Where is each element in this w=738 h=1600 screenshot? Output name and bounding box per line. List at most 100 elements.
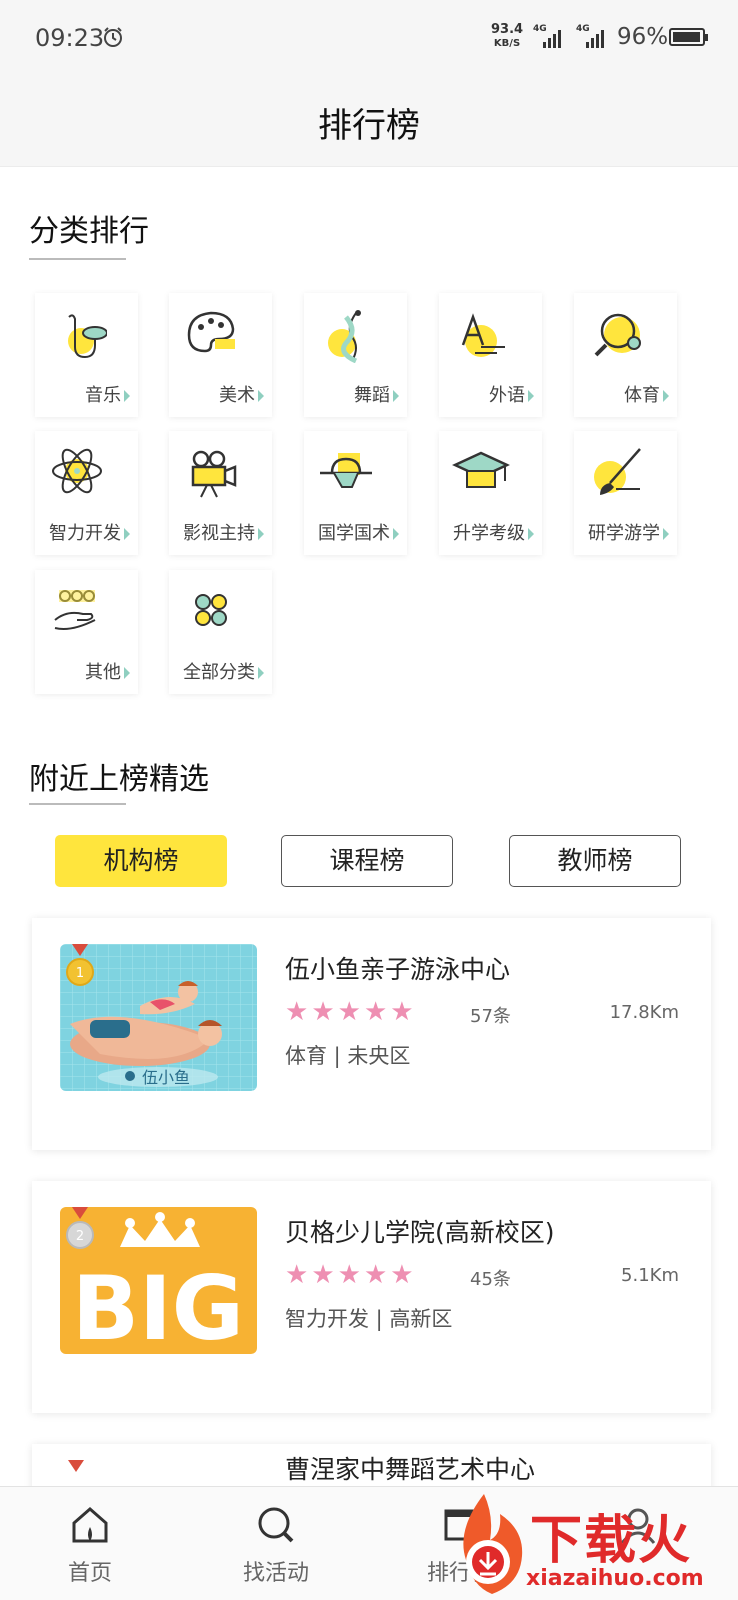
- category-label-text: 升学考级: [453, 523, 525, 544]
- search-icon: [258, 1507, 294, 1543]
- scholar-hat-icon: [320, 453, 372, 488]
- category-label-text: 智力开发: [49, 523, 121, 544]
- review-count: 45条: [470, 1269, 511, 1290]
- category-label: 全部分类: [183, 658, 264, 684]
- rating-stars: ★ ★ ★ ★ ★: [285, 1261, 414, 1289]
- svg-text:伍小鱼: 伍小鱼: [142, 1068, 190, 1087]
- section-underline: [29, 803, 126, 805]
- chevron-right-icon: [258, 528, 264, 540]
- category-label: 音乐: [85, 381, 130, 407]
- category-item[interactable]: 音乐: [35, 293, 138, 417]
- network-speed: 93.4 KB/S: [491, 23, 523, 51]
- category-ranking-title: 分类排行: [29, 214, 149, 249]
- medal-ribbon-icon: [68, 1460, 84, 1472]
- category-label-text: 外语: [489, 385, 525, 406]
- distance: 5.1Km: [621, 1265, 679, 1286]
- institution-thumbnail: 伍小鱼 1: [60, 944, 257, 1091]
- category-item[interactable]: 智力开发: [35, 431, 138, 555]
- saxophone-icon: [68, 314, 107, 359]
- category-label: 国学国术: [318, 519, 399, 545]
- star-icon: ★: [311, 997, 335, 1027]
- star-icon: ★: [390, 997, 414, 1027]
- nav-home[interactable]: 首页: [30, 1487, 150, 1600]
- watermark-url: xiazaihuo.com: [526, 1566, 704, 1591]
- star-icon: ★: [285, 1260, 309, 1290]
- watermark-text: 下载火: [530, 1511, 693, 1571]
- chevron-right-icon: [393, 528, 399, 540]
- flame-logo-icon: [463, 1494, 523, 1594]
- category-item[interactable]: 舞蹈: [304, 293, 407, 417]
- category-item[interactable]: 研学游学: [574, 431, 677, 555]
- tab-teacher-ranking[interactable]: 教师榜: [509, 835, 681, 887]
- atom-icon: [52, 448, 102, 494]
- chevron-right-icon: [528, 390, 534, 402]
- nav-label: 首页: [67, 1561, 112, 1586]
- category-item[interactable]: 升学考级: [439, 431, 542, 555]
- tab-institution-ranking[interactable]: 机构榜: [55, 835, 227, 887]
- nearby-ranking-title: 附近上榜精选: [29, 762, 209, 797]
- star-icon: ★: [311, 1260, 335, 1290]
- section-underline: [29, 258, 126, 260]
- svg-text:2: 2: [76, 1229, 84, 1244]
- category-label: 研学游学: [588, 519, 669, 545]
- battery-icon: [669, 28, 708, 46]
- hand-dots-icon: [54, 590, 96, 630]
- star-icon: ★: [285, 997, 309, 1027]
- nav-label: 找活动: [242, 1561, 309, 1586]
- institution-name: 伍小鱼亲子游泳中心: [285, 955, 511, 984]
- category-item[interactable]: 美术: [169, 293, 272, 417]
- category-item[interactable]: 外语: [439, 293, 542, 417]
- category-label-text: 研学游学: [588, 523, 660, 544]
- category-label: 智力开发: [49, 519, 130, 545]
- category-label-text: 舞蹈: [354, 385, 390, 406]
- svg-text:BIG: BIG: [72, 1257, 244, 1354]
- top-bar: 09:23 93.4 KB/S 4G 4G 96% 排行榜: [0, 0, 738, 167]
- category-label-text: 全部分类: [183, 662, 255, 683]
- category-label: 升学考级: [453, 519, 534, 545]
- star-icon: ★: [390, 1260, 414, 1290]
- signal-icon: 4G: [533, 24, 561, 48]
- category-item[interactable]: 全部分类: [169, 570, 272, 694]
- category-label-text: 国学国术: [318, 523, 390, 544]
- status-bar: 09:23 93.4 KB/S 4G 4G 96%: [0, 0, 738, 78]
- category-label: 体育: [624, 381, 669, 407]
- star-icon: ★: [363, 997, 388, 1027]
- clock-time: 09:23: [35, 24, 105, 52]
- alarm-icon: [104, 27, 122, 47]
- graduation-cap-icon: [452, 451, 510, 488]
- category-label: 美术: [219, 381, 264, 407]
- ping-pong-icon: [594, 313, 641, 357]
- category-label: 影视主持: [183, 519, 264, 545]
- category-item[interactable]: 国学国术: [304, 431, 407, 555]
- home-icon: [72, 1507, 108, 1543]
- review-count: 57条: [470, 1006, 511, 1027]
- category-item[interactable]: 体育: [574, 293, 677, 417]
- tab-course-ranking[interactable]: 课程榜: [281, 835, 453, 887]
- ranking-card[interactable]: 伍小鱼 1 伍小鱼亲子游泳中心 ★ ★ ★ ★ ★ 57条 17.8Km 体育 | 未央…: [32, 918, 711, 1150]
- institution-thumbnail: BIG 2: [60, 1207, 257, 1354]
- chevron-right-icon: [124, 528, 130, 540]
- category-label-text: 美术: [219, 385, 255, 406]
- category-label-text: 其他: [85, 662, 121, 683]
- category-label: 其他: [85, 658, 130, 684]
- chevron-right-icon: [393, 390, 399, 402]
- signal-icon: 4G: [576, 24, 604, 48]
- chevron-right-icon: [258, 667, 264, 679]
- category-label-text: 影视主持: [183, 523, 255, 544]
- ranking-card[interactable]: BIG 2 贝格少儿学院(高新校区) ★ ★ ★ ★ ★ 45条 5.1Km 智力开发 …: [32, 1181, 711, 1413]
- network-speed-value: 93.4: [491, 22, 524, 37]
- institution-name: 贝格少儿学院(高新校区): [285, 1218, 555, 1247]
- category-label-text: 音乐: [85, 385, 121, 406]
- category-label: 舞蹈: [354, 381, 399, 407]
- dancer-icon: [328, 310, 361, 363]
- chevron-right-icon: [663, 528, 669, 540]
- category-district: 体育 | 未央区: [285, 1044, 411, 1068]
- star-icon: ★: [337, 1260, 361, 1290]
- institution-name: 曹涅家中舞蹈艺术中心: [285, 1455, 536, 1484]
- chevron-right-icon: [258, 390, 264, 402]
- category-item[interactable]: 影视主持: [169, 431, 272, 555]
- distance: 17.8Km: [609, 1002, 679, 1023]
- nav-find-activity[interactable]: 找活动: [216, 1487, 336, 1600]
- movie-camera-icon: [191, 450, 237, 498]
- category-item[interactable]: 其他: [35, 570, 138, 694]
